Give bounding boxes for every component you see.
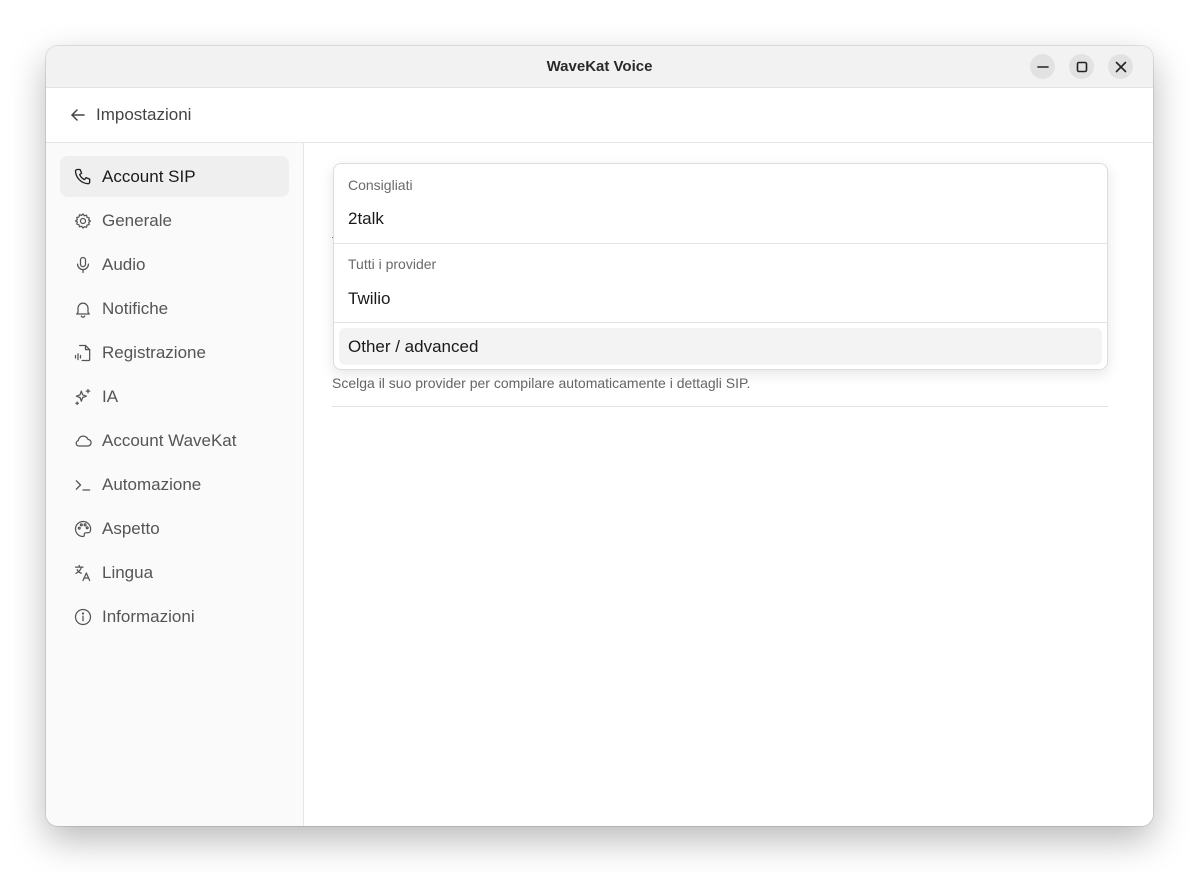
group-label-all-providers: Tutti i provider <box>348 256 437 272</box>
minimize-button[interactable] <box>1030 54 1055 79</box>
section-divider <box>332 406 1108 407</box>
sidebar-item-notifiche[interactable]: Notifiche <box>60 288 289 329</box>
palette-icon <box>73 519 93 539</box>
phone-icon <box>73 167 93 187</box>
back-button[interactable]: Impostazioni <box>70 88 191 142</box>
translate-icon <box>73 563 93 583</box>
provider-option-twilio[interactable]: Twilio <box>339 280 1102 317</box>
sidebar-item-informazioni[interactable]: Informazioni <box>60 596 289 637</box>
option-label: Twilio <box>348 288 391 308</box>
bell-icon <box>73 299 93 319</box>
terminal-icon <box>73 475 93 495</box>
settings-content: Scelga il suo provider per compilare aut… <box>304 143 1153 826</box>
gear-icon <box>73 211 93 231</box>
sidebar-item-label: Registrazione <box>102 342 206 362</box>
sidebar-item-label: Audio <box>102 254 146 274</box>
option-label: 2talk <box>348 208 384 228</box>
sidebar-item-label: Generale <box>102 210 172 230</box>
desktop: WaveKat Voice Impostazioni Account SIP G… <box>0 0 1200 872</box>
group-label-recommended: Consigliati <box>348 177 413 193</box>
dropdown-separator <box>334 243 1107 244</box>
sidebar-item-label: Account WaveKat <box>102 430 237 450</box>
sidebar-item-label: Informazioni <box>102 606 195 626</box>
dropdown-separator <box>334 322 1107 323</box>
sidebar-item-registrazione[interactable]: Registrazione <box>60 332 289 373</box>
settings-header: Impostazioni <box>46 88 1153 143</box>
sidebar-item-label: Notifiche <box>102 298 169 318</box>
provider-dropdown-menu[interactable]: Consigliati 2talk Tutti i provider Twili… <box>333 163 1108 370</box>
info-icon <box>73 607 93 627</box>
arrow-left-icon <box>71 109 85 121</box>
close-icon <box>1115 61 1126 72</box>
provider-option-2talk[interactable]: 2talk <box>339 200 1102 237</box>
provider-hint: Scelga il suo provider per compilare aut… <box>332 375 751 391</box>
sidebar-item-account-wavekat[interactable]: Account WaveKat <box>60 420 289 461</box>
sidebar-item-aspetto[interactable]: Aspetto <box>60 508 289 549</box>
microphone-icon <box>73 255 93 275</box>
sidebar-item-label: Aspetto <box>102 518 160 538</box>
maximize-button[interactable] <box>1069 54 1094 79</box>
sidebar-item-label: IA <box>102 386 119 406</box>
option-label: Other / advanced <box>348 336 479 356</box>
sidebar-item-account-sip[interactable]: Account SIP <box>60 156 289 197</box>
sidebar-item-label: Lingua <box>102 562 154 582</box>
app-window: WaveKat Voice Impostazioni Account SIP G… <box>46 46 1153 826</box>
sparkles-icon <box>73 387 93 407</box>
close-button[interactable] <box>1108 54 1133 79</box>
provider-option-other-advanced[interactable]: Other / advanced <box>339 328 1102 365</box>
settings-sidebar: Account SIP Generale Audio Notifiche Reg… <box>46 143 304 826</box>
window-title: WaveKat Voice <box>546 58 653 75</box>
minimize-icon <box>1036 65 1049 68</box>
sidebar-item-automazione[interactable]: Automazione <box>60 464 289 505</box>
file-audio-icon <box>73 343 93 363</box>
sidebar-item-label: Automazione <box>102 474 202 494</box>
sidebar-item-label: Account SIP <box>102 166 196 186</box>
title-bar[interactable]: WaveKat Voice <box>46 46 1153 88</box>
sidebar-item-ia[interactable]: IA <box>60 376 289 417</box>
sidebar-item-audio[interactable]: Audio <box>60 244 289 285</box>
sidebar-item-generale[interactable]: Generale <box>60 200 289 241</box>
back-label: Impostazioni <box>96 105 192 124</box>
sidebar-item-lingua[interactable]: Lingua <box>60 552 289 593</box>
maximize-icon <box>1076 61 1087 72</box>
cloud-icon <box>73 431 93 451</box>
